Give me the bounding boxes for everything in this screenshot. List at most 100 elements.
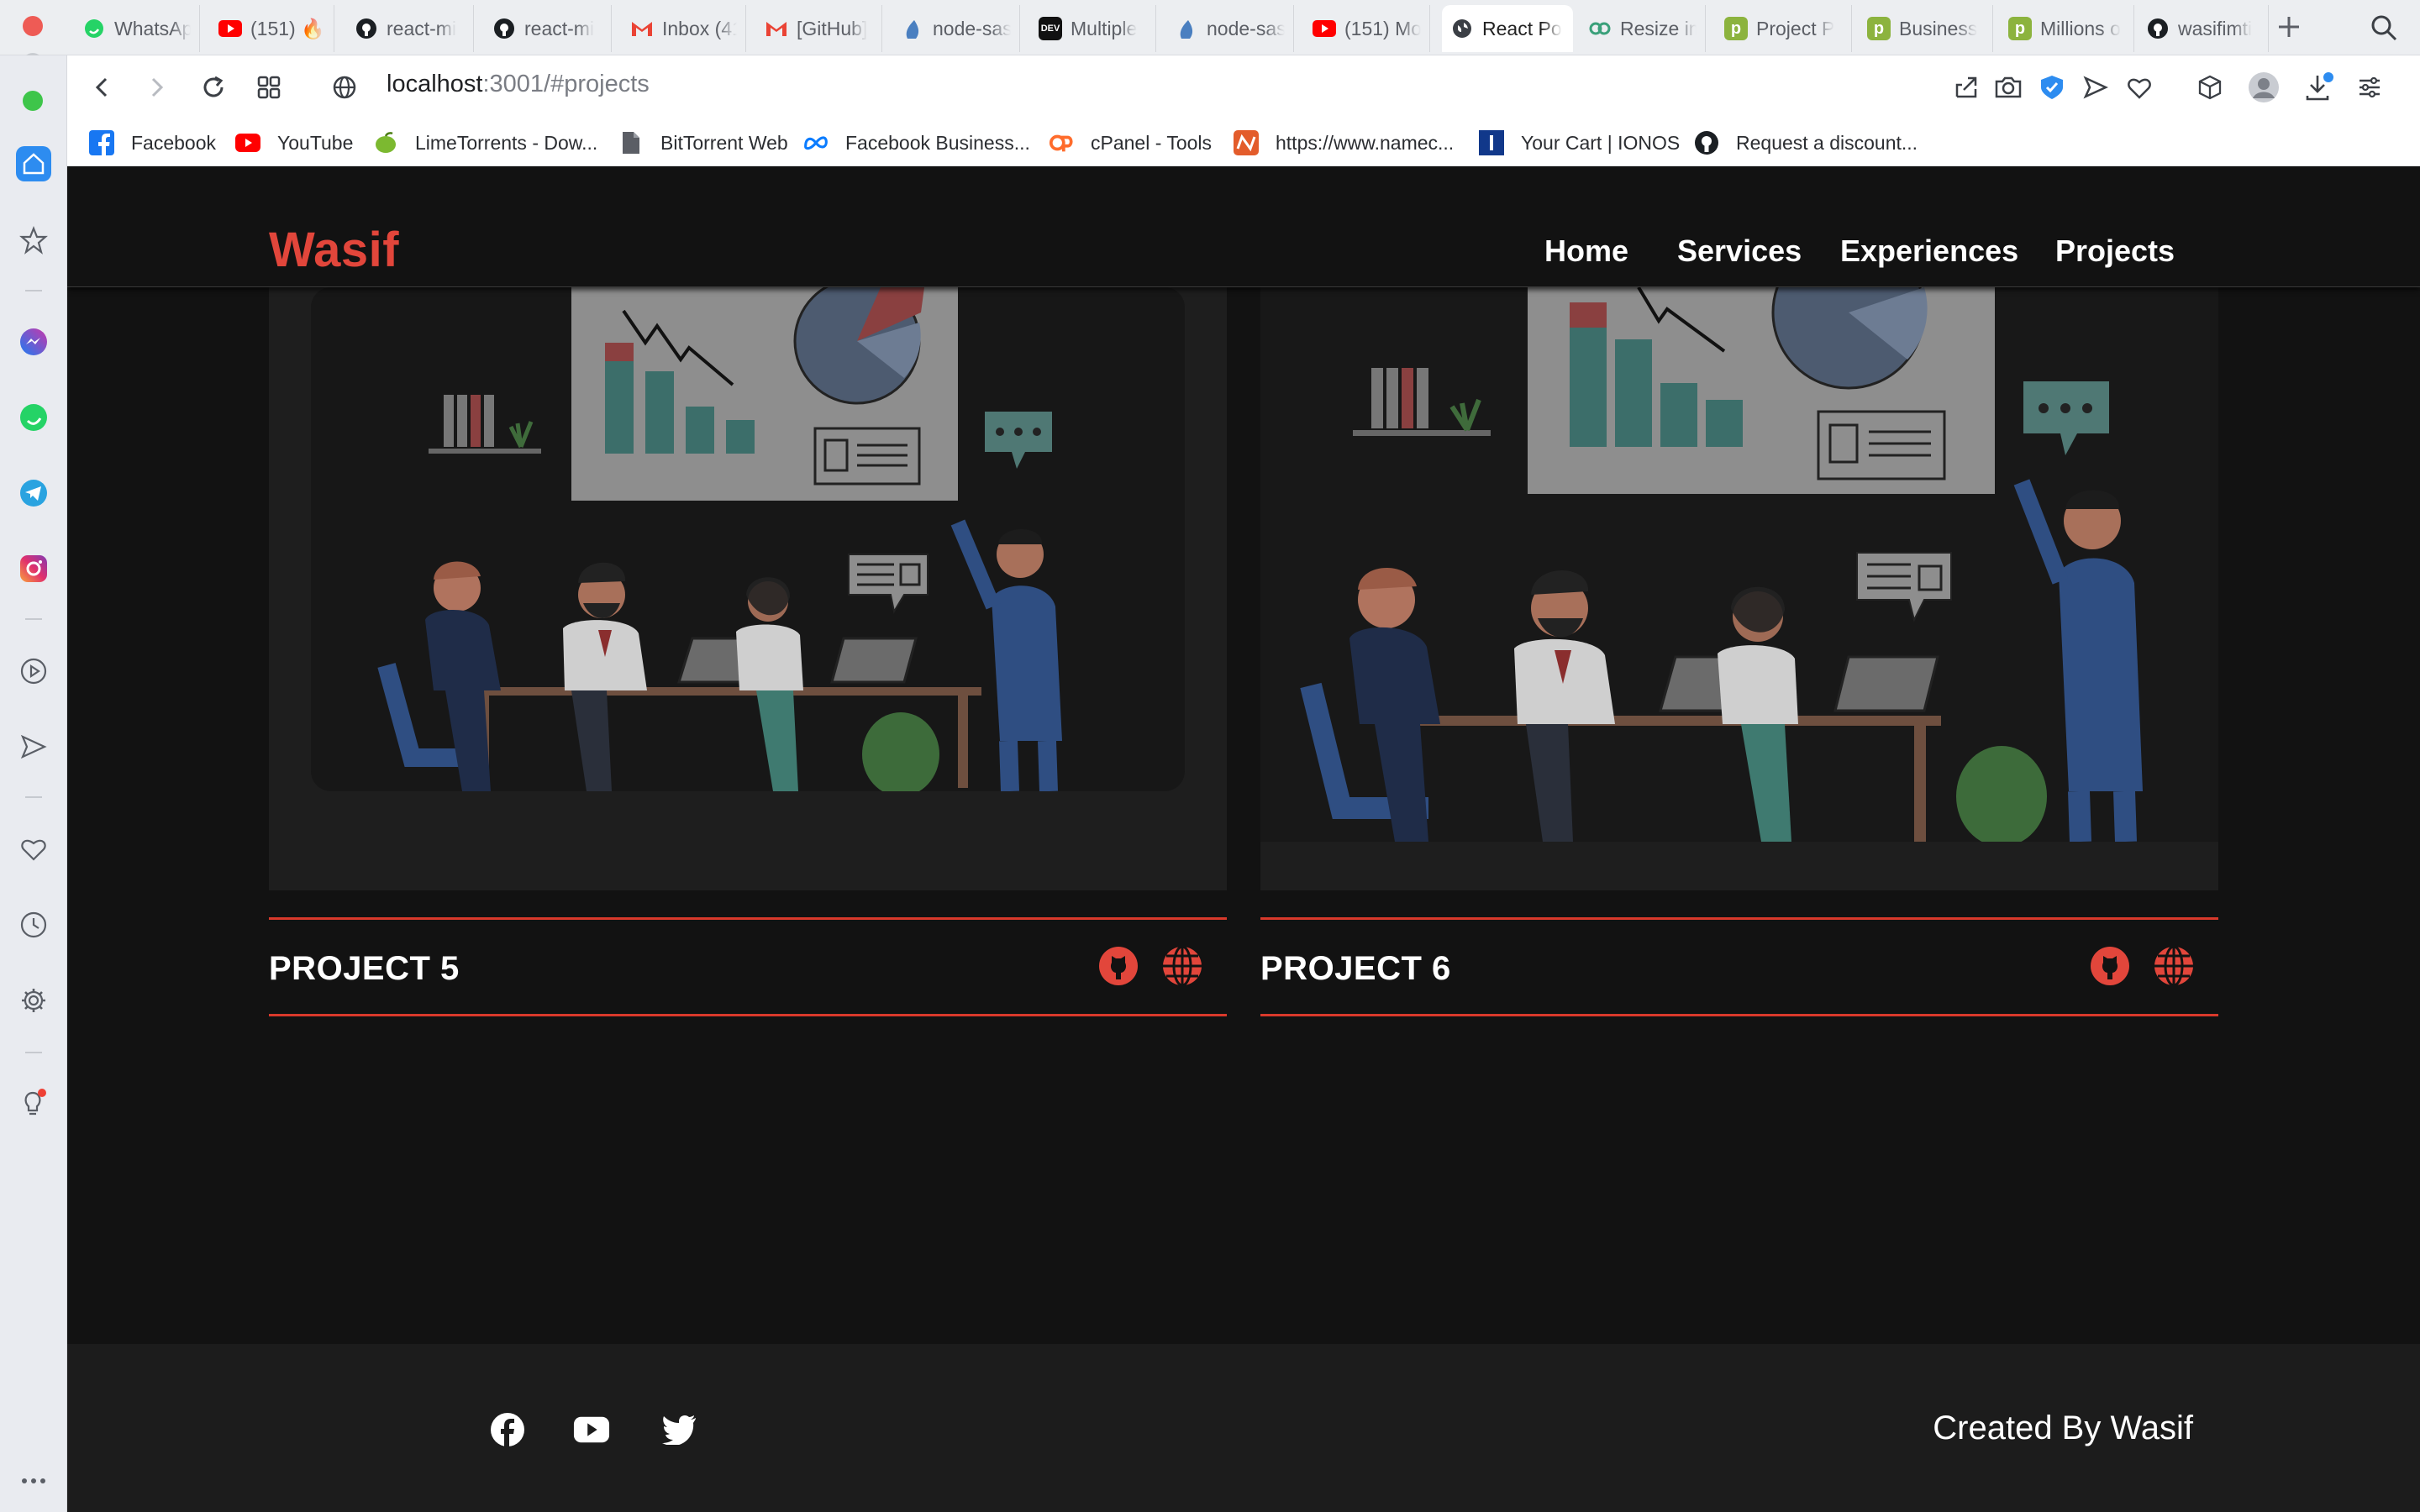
- project-6-image[interactable]: [1260, 287, 2218, 890]
- sidebar-settings-button[interactable]: [16, 983, 51, 1018]
- browser-tab[interactable]: [GitHub]: [756, 5, 882, 52]
- bookmark-limetorrents[interactable]: LimeTorrents - Dow...: [373, 126, 597, 160]
- nav-experiences[interactable]: Experiences: [1840, 234, 2018, 269]
- browser-tab-active[interactable]: React Po: [1442, 5, 1573, 52]
- sidebar-history-button[interactable]: [16, 907, 51, 942]
- lime-icon: [373, 130, 398, 155]
- bookmark-facebook[interactable]: Facebook: [89, 126, 216, 160]
- twitter-icon: [662, 1415, 696, 1445]
- sidebar-whatsapp-button[interactable]: [16, 400, 51, 435]
- url-host: localhost: [387, 71, 483, 97]
- browser-tab[interactable]: (151) 🔥 F: [210, 5, 334, 52]
- project-6-website-link[interactable]: [2153, 945, 2195, 987]
- project-6-title: PROJECT 6: [1260, 950, 1451, 987]
- footer-facebook-link[interactable]: [489, 1411, 526, 1448]
- bookmark-ionos[interactable]: Your Cart | IONOS: [1479, 126, 1680, 160]
- project-5-github-link[interactable]: [1097, 945, 1139, 987]
- tab-search-button[interactable]: [2370, 13, 2398, 42]
- browser-tab[interactable]: WhatsApp: [74, 5, 200, 52]
- browser-tab[interactable]: p Business: [1859, 5, 1993, 52]
- meta-icon: [803, 130, 829, 155]
- resize-icon: [1588, 17, 1612, 40]
- send-icon: [2083, 76, 2108, 99]
- adblock-button[interactable]: [2035, 71, 2069, 104]
- sidebar-telegram-button[interactable]: [16, 475, 51, 511]
- browser-tab[interactable]: node-sas: [1166, 5, 1294, 52]
- globe-icon: [1450, 17, 1474, 40]
- project-5-image[interactable]: [269, 287, 1227, 890]
- project-6-github-link[interactable]: [2089, 945, 2131, 987]
- bookmark-bittorrent[interactable]: BitTorrent Web: [618, 126, 788, 160]
- sidebar-separator: [25, 290, 42, 291]
- github-icon: [355, 17, 378, 40]
- browser-tab[interactable]: Inbox (41: [622, 5, 746, 52]
- address-input[interactable]: localhost:3001/#projects: [387, 71, 650, 98]
- downloads-button[interactable]: [2302, 71, 2336, 104]
- site-logo[interactable]: Wasif: [269, 222, 399, 278]
- lightbulb-icon: [24, 1089, 46, 1116]
- youtube-icon: [573, 1416, 610, 1443]
- easy-files-button[interactable]: [2353, 71, 2386, 104]
- pinboard-add-button[interactable]: [2123, 71, 2156, 104]
- github-icon: [1099, 947, 1138, 985]
- p-icon: p: [1724, 17, 1748, 40]
- sidebar-speed-dial-button[interactable]: [16, 223, 51, 258]
- project-5-title: PROJECT 5: [269, 950, 460, 987]
- sidebar-more-button[interactable]: [16, 1463, 51, 1499]
- instagram-icon: [20, 555, 47, 582]
- bookmark-github-request[interactable]: Request a discount...: [1694, 126, 1918, 160]
- project-5-website-link[interactable]: [1161, 945, 1203, 987]
- browser-tab[interactable]: Resize im: [1580, 5, 1706, 52]
- bookmark-namecheap[interactable]: https://www.namec...: [1234, 126, 1454, 160]
- maximize-window-button[interactable]: [23, 91, 43, 111]
- sidebar-flow-button[interactable]: [16, 729, 51, 764]
- footer-twitter-link[interactable]: [660, 1411, 697, 1448]
- dev-icon: DEV: [1039, 17, 1062, 40]
- profile-button[interactable]: [2247, 71, 2281, 104]
- nav-home[interactable]: Home: [1544, 234, 1628, 269]
- bookmark-cpanel[interactable]: cPanel - Tools: [1049, 126, 1212, 160]
- back-button[interactable]: [82, 67, 123, 108]
- easy-setup-button[interactable]: [249, 67, 289, 108]
- play-circle-icon: [20, 658, 47, 685]
- sidebar-player-button[interactable]: [16, 654, 51, 689]
- extensions-button[interactable]: [2193, 71, 2227, 104]
- browser-tab[interactable]: DEV Multiple: [1030, 5, 1156, 52]
- close-window-button[interactable]: [23, 16, 43, 36]
- ionos-icon: [1479, 130, 1504, 155]
- file-icon: [618, 130, 644, 155]
- browser-tab[interactable]: react-mi: [346, 5, 474, 52]
- sidebar-tips-button[interactable]: [16, 1085, 51, 1121]
- footer-youtube-link[interactable]: [573, 1411, 610, 1448]
- browser-tab[interactable]: p Millions o: [2000, 5, 2134, 52]
- browser-tab[interactable]: node-sas: [892, 5, 1020, 52]
- browser-sidebar: [0, 55, 67, 1512]
- sidebar-pinboard-button[interactable]: [16, 832, 51, 867]
- cube-icon: [2198, 75, 2222, 100]
- site-info-button[interactable]: [324, 67, 365, 108]
- home-icon: [23, 153, 45, 175]
- bookmark-facebook-business[interactable]: Facebook Business...: [803, 126, 1030, 160]
- forward-button[interactable]: [136, 67, 176, 108]
- shield-check-icon: [2041, 76, 2063, 99]
- snapshot-button[interactable]: [1991, 71, 2025, 104]
- browser-tab[interactable]: wasifimti: [2138, 5, 2269, 52]
- reload-button[interactable]: [193, 67, 234, 108]
- node-sass-icon: [1175, 17, 1198, 40]
- bookmark-youtube[interactable]: YouTube: [235, 126, 353, 160]
- browser-tab[interactable]: (151) Mo: [1304, 5, 1430, 52]
- gear-icon: [22, 989, 45, 1012]
- new-tab-button[interactable]: [2274, 12, 2304, 42]
- sidebar-instagram-button[interactable]: [16, 551, 51, 586]
- heart-icon: [2128, 78, 2151, 99]
- nav-services[interactable]: Services: [1677, 234, 1802, 269]
- site-header: Wasif Home Services Experiences Projects: [67, 166, 2420, 287]
- project-6-bar: PROJECT 6: [1260, 917, 2218, 1016]
- share-button[interactable]: [1949, 71, 1983, 104]
- sidebar-home-button[interactable]: [16, 146, 51, 181]
- browser-tab[interactable]: react-mi: [484, 5, 612, 52]
- flow-send-button[interactable]: [2079, 71, 2112, 104]
- browser-tab[interactable]: p Project P: [1716, 5, 1852, 52]
- nav-projects[interactable]: Projects: [2055, 234, 2175, 269]
- sidebar-messenger-button[interactable]: [16, 324, 51, 360]
